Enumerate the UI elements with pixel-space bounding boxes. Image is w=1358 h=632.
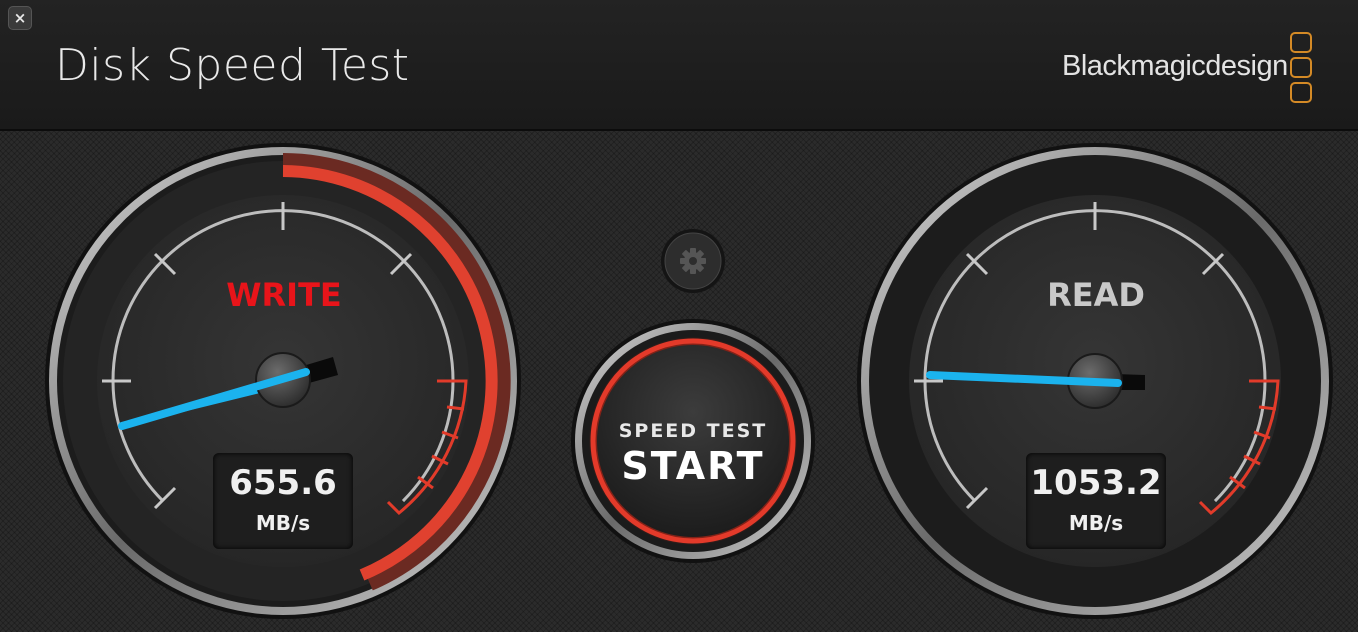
- read-unit: MB/s: [1068, 511, 1124, 535]
- start-button[interactable]: [605, 348, 781, 524]
- write-readout: 655.6 MB/s: [213, 453, 353, 549]
- write-unit: MB/s: [255, 511, 311, 535]
- read-label: READ: [1047, 276, 1145, 314]
- write-label: WRITE: [226, 276, 342, 314]
- write-value: 655.6: [229, 463, 337, 503]
- read-readout: 1053.2 MB/s: [1026, 453, 1166, 549]
- settings-button[interactable]: [661, 229, 725, 293]
- disk-speed-test-window: × Disk Speed Test Blackmagicdesign WRITE…: [0, 0, 1358, 632]
- read-value: 1053.2: [1030, 463, 1162, 503]
